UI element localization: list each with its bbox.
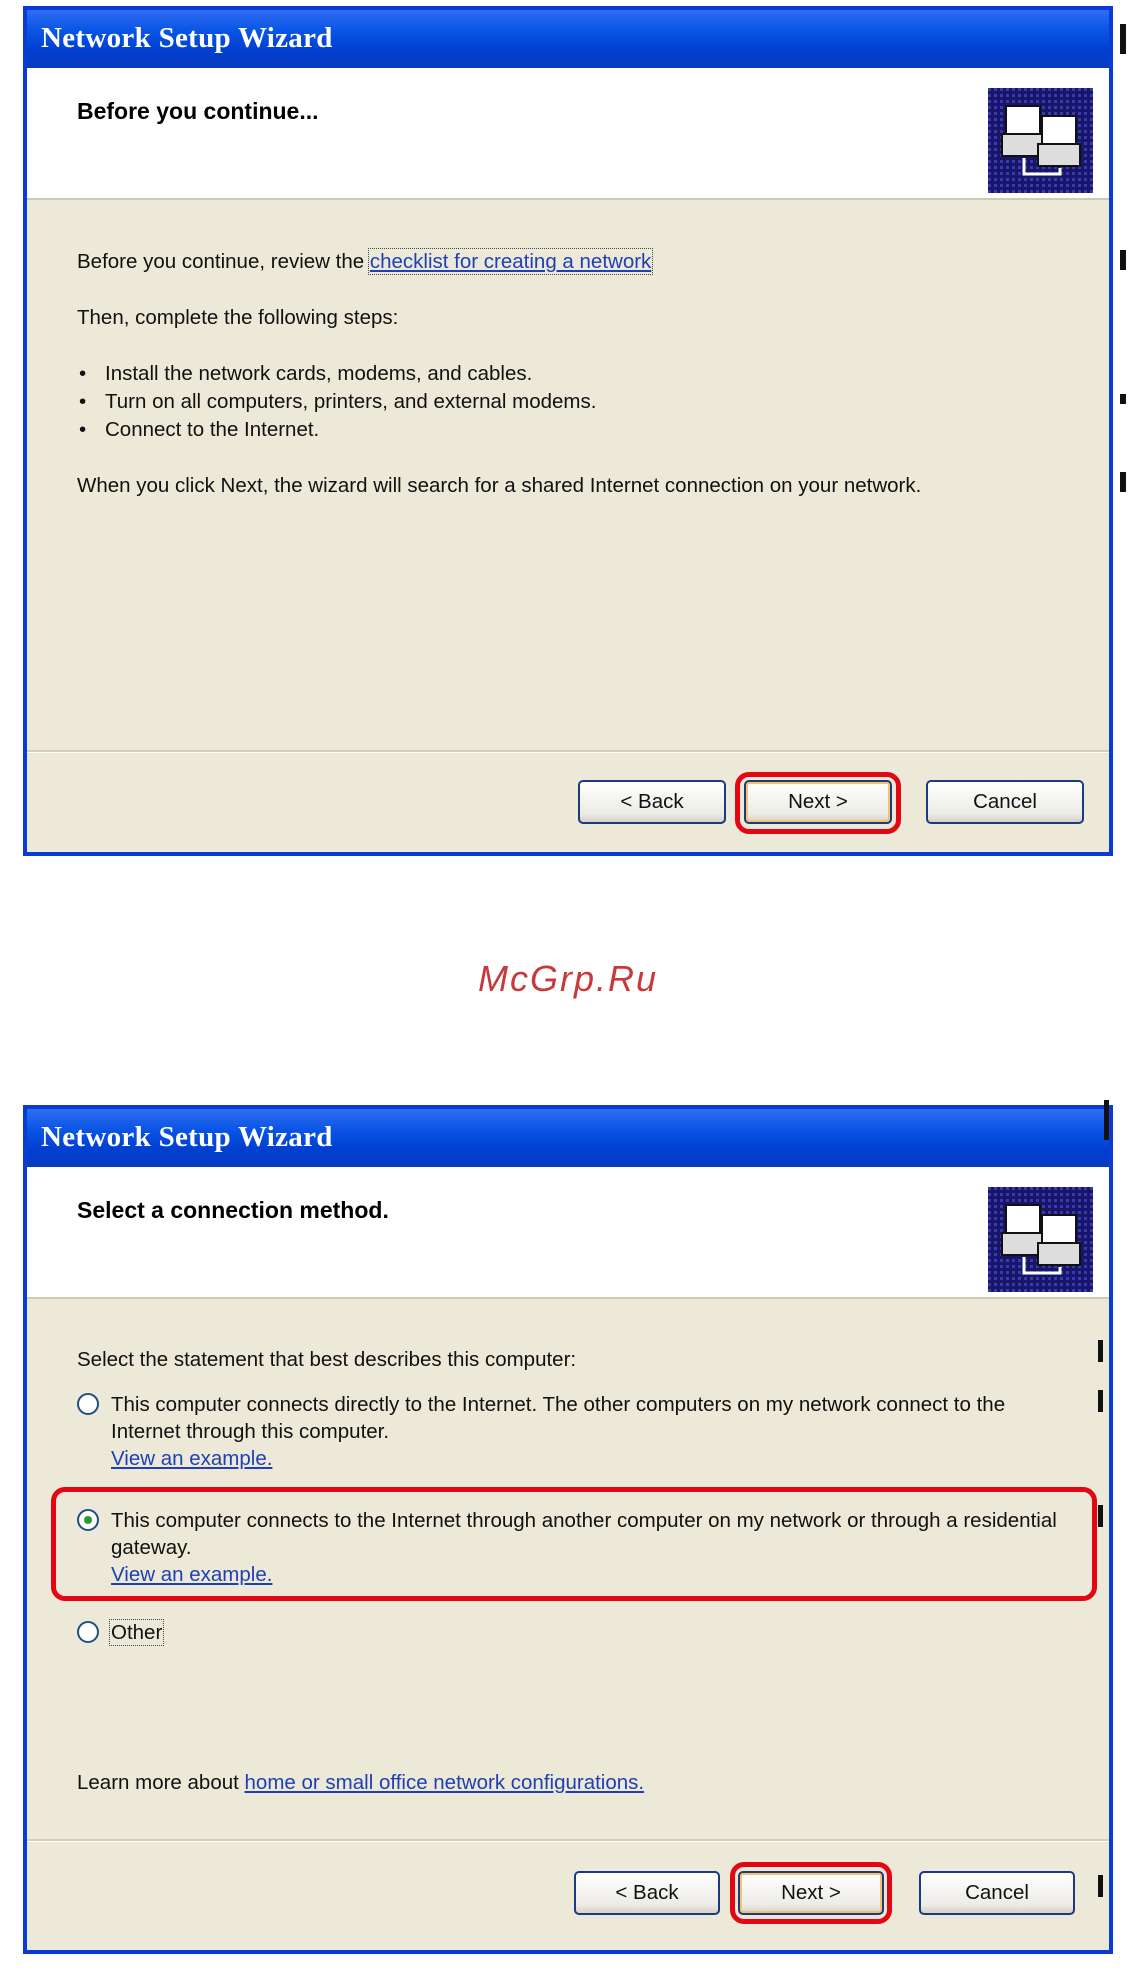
- steps-heading: Then, complete the following steps:: [77, 306, 399, 329]
- header-title: Select a connection method.: [77, 1197, 389, 1223]
- window-title: Network Setup Wizard: [27, 10, 1109, 68]
- header-title: Before you continue...: [77, 98, 319, 124]
- wizard-header: Before you continue...: [27, 68, 1109, 200]
- network-computers-icon: [988, 88, 1093, 193]
- checklist-link[interactable]: checklist for creating a network: [367, 248, 654, 275]
- learn-more-text: Learn more about: [77, 1771, 239, 1794]
- radio-button[interactable]: [77, 1393, 99, 1415]
- intro-text: Before you continue, review the: [77, 250, 365, 273]
- window-title: Network Setup Wizard: [27, 1109, 1109, 1167]
- list-item: Turn on all computers, printers, and ext…: [77, 390, 596, 418]
- divider: [27, 1839, 1109, 1842]
- learn-more-line: Learn more about home or small office ne…: [77, 1771, 644, 1795]
- edge-mark: [1120, 24, 1126, 54]
- wizard-window-connection-method: Network Setup Wizard Select a connection…: [23, 1105, 1113, 1954]
- next-button-highlight: [730, 1862, 892, 1924]
- edge-mark: [1120, 394, 1126, 404]
- network-computers-icon: [988, 1187, 1093, 1292]
- edge-mark: [1120, 250, 1126, 270]
- cancel-button[interactable]: Cancel: [919, 1871, 1075, 1915]
- edge-mark: [1098, 1875, 1103, 1897]
- view-example-link[interactable]: View an example.: [111, 1447, 272, 1470]
- back-button[interactable]: < Back: [574, 1871, 720, 1915]
- selected-option-highlight: [51, 1487, 1097, 1601]
- edge-mark: [1098, 1505, 1103, 1527]
- steps-list: Install the network cards, modems, and c…: [77, 362, 596, 446]
- option-label: Other: [108, 1619, 165, 1646]
- watermark: McGrp.Ru: [477, 958, 659, 999]
- network-configurations-link[interactable]: home or small office network configurati…: [245, 1771, 645, 1794]
- cancel-button[interactable]: Cancel: [926, 780, 1084, 824]
- intro-line: Before you continue, review the checklis…: [77, 248, 654, 275]
- prompt-text: Select the statement that best describes…: [77, 1348, 577, 1371]
- list-item: Connect to the Internet.: [77, 418, 596, 446]
- next-info-text: When you click Next, the wizard will sea…: [77, 474, 922, 497]
- wizard-header: Select a connection method.: [27, 1167, 1109, 1299]
- edge-mark: [1098, 1390, 1103, 1412]
- back-button[interactable]: < Back: [578, 780, 726, 824]
- wizard-window-before-continue: Network Setup Wizard Before you continue…: [23, 6, 1113, 856]
- option-label: This computer connects directly to the I…: [111, 1393, 1006, 1443]
- radio-button[interactable]: [77, 1621, 99, 1643]
- list-item: Install the network cards, modems, and c…: [77, 362, 596, 390]
- edge-mark: [1098, 1340, 1103, 1362]
- next-button-highlight: [735, 772, 901, 834]
- edge-mark: [1120, 472, 1126, 492]
- edge-mark: [1104, 1100, 1109, 1140]
- divider: [27, 750, 1109, 753]
